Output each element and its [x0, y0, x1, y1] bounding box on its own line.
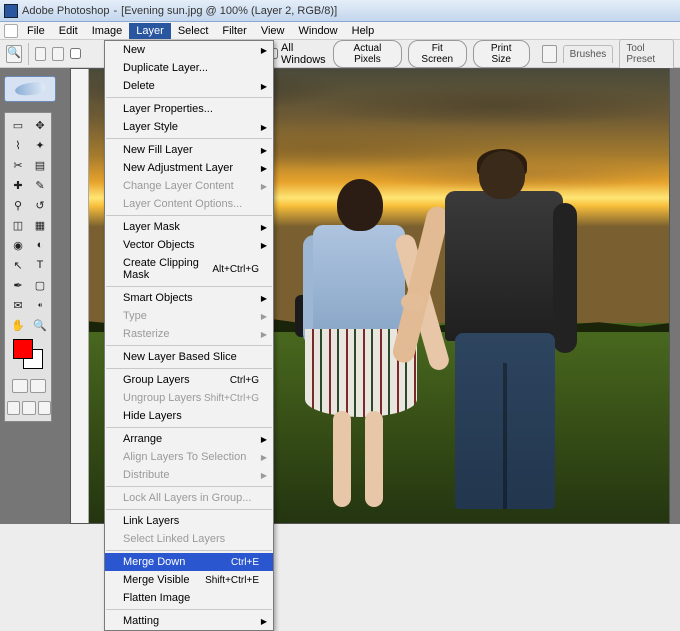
menu-flatten-image[interactable]: Flatten Image: [105, 589, 273, 607]
menu-window[interactable]: Window: [292, 23, 345, 39]
menu-help[interactable]: Help: [345, 23, 382, 39]
menu-ungroup-layers: Ungroup LayersShift+Ctrl+G: [105, 389, 273, 407]
options-bar: 🔍 All Windows Actual Pixels Fit Screen P…: [0, 40, 680, 68]
pen-tool-icon[interactable]: ✒: [7, 275, 29, 295]
feather-icon: [14, 81, 45, 97]
menu-layer-properties[interactable]: Layer Properties...: [105, 100, 273, 118]
menu-duplicate-layer[interactable]: Duplicate Layer...: [105, 59, 273, 77]
menu-view[interactable]: View: [254, 23, 292, 39]
menu-new-layer-based-slice[interactable]: New Layer Based Slice: [105, 348, 273, 366]
zoom-tool-icon-tb[interactable]: 🔍: [29, 315, 51, 335]
menu-distribute: Distribute▶: [105, 466, 273, 484]
app-name: Adobe Photoshop: [22, 5, 109, 17]
screen-mode-1-icon[interactable]: [7, 401, 20, 415]
color-swatches[interactable]: [7, 335, 51, 375]
brush-tool-icon[interactable]: ✎: [29, 175, 51, 195]
layer-menu-dropdown: New▶ Duplicate Layer... Delete▶ Layer Pr…: [104, 40, 274, 631]
fit-screen-button[interactable]: Fit Screen: [408, 40, 467, 68]
history-brush-icon[interactable]: ↺: [29, 195, 51, 215]
menu-lock-all: Lock All Layers in Group...: [105, 489, 273, 507]
marquee-tool-icon[interactable]: ▭: [7, 115, 29, 135]
shape-tool-icon[interactable]: ▢: [29, 275, 51, 295]
menu-new-fill-layer[interactable]: New Fill Layer▶: [105, 141, 273, 159]
menu-delete[interactable]: Delete▶: [105, 77, 273, 95]
menu-new[interactable]: New▶: [105, 41, 273, 59]
sys-menu-icon[interactable]: [4, 24, 18, 38]
type-tool-icon[interactable]: T: [29, 255, 51, 275]
zoom-out-icon[interactable]: [52, 47, 64, 61]
fg-swatch[interactable]: [13, 339, 33, 359]
zoom-in-icon[interactable]: [35, 47, 47, 61]
menu-rasterize: Rasterize▶: [105, 325, 273, 343]
toolbox: ▭ ✥ ⌇ ✦ ✂ ▤ ✚ ✎ ⚲ ↺ ◫ ▦ ◉ ◐ ↖ T ✒ ▢ ✉ ⁌ …: [4, 112, 52, 422]
menu-edit[interactable]: Edit: [52, 23, 85, 39]
menu-layer-mask[interactable]: Layer Mask▶: [105, 218, 273, 236]
menubar: File Edit Image Layer Select Filter View…: [0, 22, 680, 40]
menu-hide-layers[interactable]: Hide Layers: [105, 407, 273, 425]
stamp-tool-icon[interactable]: ⚲: [7, 195, 29, 215]
dodge-tool-icon[interactable]: ◐: [29, 235, 51, 255]
notes-tool-icon[interactable]: ✉: [7, 295, 29, 315]
menu-vector-objects[interactable]: Vector Objects▶: [105, 236, 273, 254]
image-hands: [401, 293, 425, 311]
quickmask-mode-icon[interactable]: [30, 379, 46, 393]
tool-presets-tab[interactable]: Tool Preset: [619, 39, 674, 68]
eyedropper-tool-icon[interactable]: ⁌: [29, 295, 51, 315]
menu-file[interactable]: File: [20, 23, 52, 39]
doc-title: [Evening sun.jpg @ 100% (Layer 2, RGB/8)…: [121, 5, 337, 17]
eraser-tool-icon[interactable]: ◫: [7, 215, 29, 235]
menu-align: Align Layers To Selection▶: [105, 448, 273, 466]
menu-select-linked: Select Linked Layers: [105, 530, 273, 548]
menu-layer[interactable]: Layer: [129, 23, 171, 39]
crop-tool-icon[interactable]: ✂: [7, 155, 29, 175]
menu-link-layers[interactable]: Link Layers: [105, 512, 273, 530]
menu-arrange[interactable]: Arrange▶: [105, 430, 273, 448]
titlebar: Adobe Photoshop - [Evening sun.jpg @ 100…: [0, 0, 680, 22]
zoom-all-windows-checkbox[interactable]: All Windows: [267, 42, 327, 66]
menu-new-adjustment-layer[interactable]: New Adjustment Layer▶: [105, 159, 273, 177]
wand-tool-icon[interactable]: ✦: [29, 135, 51, 155]
brush-preset-panel[interactable]: [4, 76, 56, 102]
zoom-tool-icon[interactable]: 🔍: [6, 45, 22, 63]
app-icon: [4, 4, 18, 18]
menu-group-layers[interactable]: Group LayersCtrl+G: [105, 371, 273, 389]
ruler-vertical: [71, 69, 89, 523]
menu-merge-down[interactable]: Merge DownCtrl+E: [105, 553, 273, 571]
lasso-tool-icon[interactable]: ⌇: [7, 135, 29, 155]
menu-layer-style[interactable]: Layer Style▶: [105, 118, 273, 136]
menu-matting[interactable]: Matting▶: [105, 612, 273, 630]
menu-image[interactable]: Image: [85, 23, 130, 39]
gradient-tool-icon[interactable]: ▦: [29, 215, 51, 235]
menu-layer-content-options: Layer Content Options...: [105, 195, 273, 213]
standard-mode-icon[interactable]: [12, 379, 28, 393]
palette-well-icon[interactable]: [542, 45, 557, 63]
image-person-right: [419, 151, 589, 511]
menu-select[interactable]: Select: [171, 23, 216, 39]
resize-windows-checkbox[interactable]: [70, 48, 81, 59]
menu-create-clipping-mask[interactable]: Create Clipping MaskAlt+Ctrl+G: [105, 254, 273, 284]
move-tool-icon[interactable]: ✥: [29, 115, 51, 135]
all-windows-label: All Windows: [281, 42, 327, 66]
path-tool-icon[interactable]: ↖: [7, 255, 29, 275]
screen-mode-2-icon[interactable]: [22, 401, 35, 415]
heal-tool-icon[interactable]: ✚: [7, 175, 29, 195]
actual-pixels-button[interactable]: Actual Pixels: [333, 40, 402, 68]
print-size-button[interactable]: Print Size: [473, 40, 530, 68]
brushes-tab[interactable]: Brushes: [563, 45, 614, 63]
screen-mode-3-icon[interactable]: [38, 401, 51, 415]
hand-tool-icon[interactable]: ✋: [7, 315, 29, 335]
blur-tool-icon[interactable]: ◉: [7, 235, 29, 255]
menu-smart-objects[interactable]: Smart Objects▶: [105, 289, 273, 307]
menu-change-layer-content: Change Layer Content▶: [105, 177, 273, 195]
menu-type: Type▶: [105, 307, 273, 325]
menu-filter[interactable]: Filter: [215, 23, 253, 39]
menu-merge-visible[interactable]: Merge VisibleShift+Ctrl+E: [105, 571, 273, 589]
slice-tool-icon[interactable]: ▤: [29, 155, 51, 175]
